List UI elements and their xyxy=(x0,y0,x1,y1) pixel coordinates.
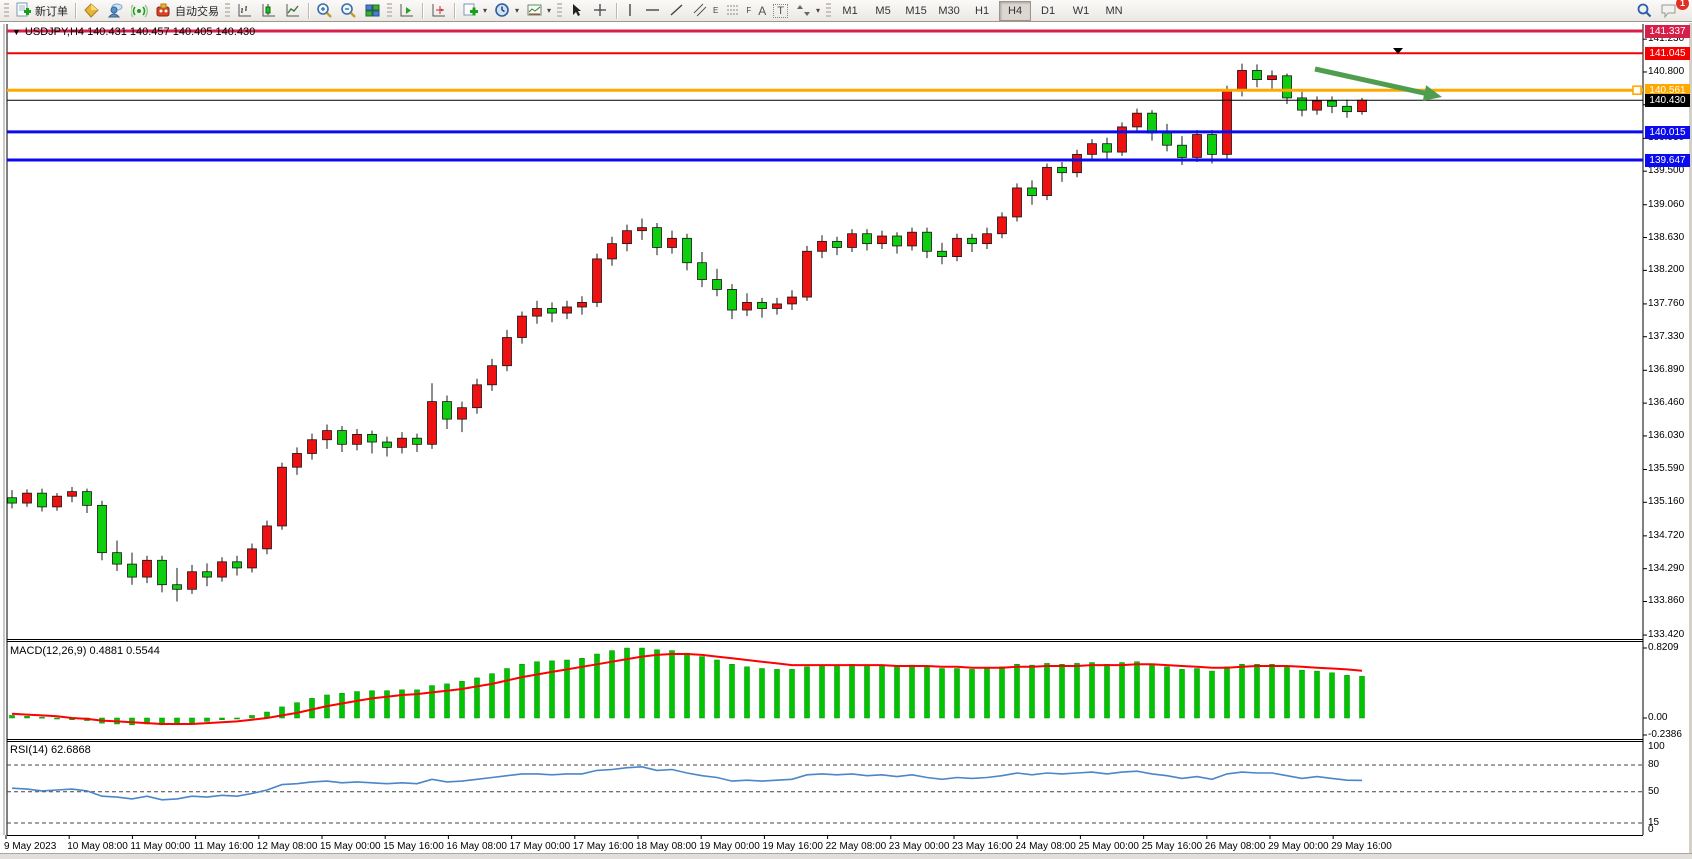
candlestick-button[interactable] xyxy=(257,1,280,21)
toolbar-separator xyxy=(308,3,309,19)
timeframe-mn-button[interactable]: MN xyxy=(1098,1,1130,21)
hline-button[interactable] xyxy=(641,1,664,21)
line-chart-icon xyxy=(284,2,301,19)
timeframe-w1-button[interactable]: W1 xyxy=(1065,1,1097,21)
crosshair-icon xyxy=(592,2,609,19)
toolbar-grip[interactable] xyxy=(387,3,392,19)
timeframe-m15-button[interactable]: M15 xyxy=(900,1,932,21)
shapes-icon xyxy=(795,2,812,19)
timeframe-h4-button[interactable]: H4 xyxy=(999,1,1031,21)
toolbar-separator xyxy=(75,3,76,19)
signals-icon xyxy=(131,2,148,19)
chart-shift-button[interactable] xyxy=(427,1,450,21)
chat-button[interactable]: 1 xyxy=(1657,1,1682,21)
metaeditor-button[interactable] xyxy=(80,1,103,21)
new-order-button[interactable]: 新订单 xyxy=(12,1,71,21)
periods-icon xyxy=(494,2,511,19)
text-tool-glyph: A xyxy=(758,4,766,18)
text-button[interactable]: A xyxy=(755,1,769,21)
dropdown-caret-icon: ▾ xyxy=(816,6,820,15)
timeframe-m1-button[interactable]: M1 xyxy=(834,1,866,21)
tile-windows-icon xyxy=(364,2,381,19)
channel-button[interactable]: E xyxy=(689,1,721,21)
cursor-icon xyxy=(568,2,585,19)
bar-chart-icon xyxy=(236,2,253,19)
title-marker-icon: ▼ xyxy=(12,27,21,37)
bar-chart-button[interactable] xyxy=(233,1,256,21)
dropdown-caret-icon: ▾ xyxy=(547,6,551,15)
signals-button[interactable] xyxy=(128,1,151,21)
zoom-in-button[interactable] xyxy=(313,1,336,21)
vline-button[interactable] xyxy=(621,1,640,21)
fibonacci-button[interactable]: F xyxy=(722,1,754,21)
new-order-icon xyxy=(15,2,32,19)
metaeditor-icon xyxy=(83,2,100,19)
indicators-icon xyxy=(462,2,479,19)
tile-windows-button[interactable] xyxy=(361,1,384,21)
auto-scroll-icon xyxy=(398,2,415,19)
cursor-button[interactable] xyxy=(565,1,588,21)
timeframe-m5-button[interactable]: M5 xyxy=(867,1,899,21)
zoom-in-icon xyxy=(316,2,333,19)
toolbar-separator xyxy=(422,3,423,19)
zoom-out-icon xyxy=(340,2,357,19)
arrows-button[interactable]: ▾ xyxy=(792,1,823,21)
vline-icon xyxy=(624,2,637,19)
new-order-label: 新订单 xyxy=(35,3,68,19)
chart-title: ▼ USDJPY,H4 140.431 140.457 140.405 140.4… xyxy=(12,26,255,38)
chart-plot-area[interactable] xyxy=(0,23,1692,859)
toolbar-grip[interactable] xyxy=(4,3,9,19)
trendline-icon xyxy=(668,2,685,19)
periods-button[interactable]: ▾ xyxy=(491,1,522,21)
search-button[interactable] xyxy=(1632,1,1656,21)
timeframe-h1-button[interactable]: H1 xyxy=(966,1,998,21)
timeframe-m30-button[interactable]: M30 xyxy=(933,1,965,21)
text-label-button[interactable]: T xyxy=(770,1,791,21)
channel-letter: E xyxy=(713,6,718,15)
crosshair-button[interactable] xyxy=(589,1,612,21)
horizontal-scrollbar[interactable] xyxy=(0,853,1692,859)
fibonacci-letter: F xyxy=(746,6,751,15)
community-button[interactable] xyxy=(104,1,127,21)
trendline-button[interactable] xyxy=(665,1,688,21)
candlestick-icon xyxy=(260,2,277,19)
macd-indicator-label: MACD(12,26,9) 0.4881 0.5544 xyxy=(10,645,160,657)
auto-scroll-button[interactable] xyxy=(395,1,418,21)
templates-icon xyxy=(526,2,543,19)
chart-window[interactable]: 141.230140.800140.370139.930139.500139.0… xyxy=(0,23,1692,852)
toolbar-grip[interactable] xyxy=(225,3,230,19)
toolbar-grip[interactable] xyxy=(826,3,831,19)
autotrading-button[interactable]: 自动交易 xyxy=(152,1,222,21)
dropdown-caret-icon: ▾ xyxy=(483,6,487,15)
toolbar-separator xyxy=(454,3,455,19)
line-chart-button[interactable] xyxy=(281,1,304,21)
timeframe-d1-button[interactable]: D1 xyxy=(1032,1,1064,21)
channel-icon xyxy=(692,2,709,19)
chat-notification-badge: 1 xyxy=(1676,0,1689,10)
dropdown-caret-icon: ▾ xyxy=(515,6,519,15)
toolbar-grip[interactable] xyxy=(557,3,562,19)
community-icon xyxy=(107,2,124,19)
indicators-button[interactable]: ▾ xyxy=(459,1,490,21)
trading-terminal-window: 新订单 自动交易 ▾ ▾ ▾ E F xyxy=(0,0,1692,859)
toolbar-separator xyxy=(616,3,617,19)
symbol-ohlc-text: USDJPY,H4 140.431 140.457 140.405 140.43… xyxy=(25,26,255,38)
main-toolbar: 新订单 自动交易 ▾ ▾ ▾ E F xyxy=(0,0,1692,22)
text-label-icon: T xyxy=(773,4,788,18)
fibonacci-icon xyxy=(725,2,742,19)
rsi-indicator-label: RSI(14) 62.6868 xyxy=(10,744,91,756)
chart-shift-icon xyxy=(430,2,447,19)
templates-button[interactable]: ▾ xyxy=(523,1,554,21)
autotrading-icon xyxy=(155,2,172,19)
zoom-out-button[interactable] xyxy=(337,1,360,21)
search-icon xyxy=(1635,2,1653,20)
autotrading-label: 自动交易 xyxy=(175,3,219,19)
hline-icon xyxy=(644,2,661,19)
